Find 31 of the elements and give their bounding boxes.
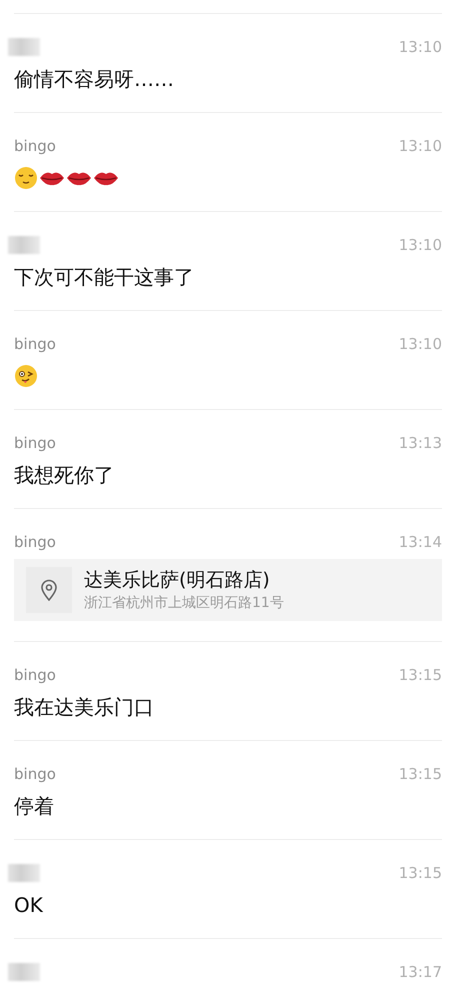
sender-name: bingo — [14, 532, 56, 553]
message-time: 13:10 — [398, 334, 442, 355]
sender-name: bingo — [14, 664, 56, 686]
message-time: 13:15 — [398, 764, 442, 785]
place-address: 浙江省杭州市上城区明石路11号 — [84, 594, 284, 613]
lips-emoji-icon — [93, 170, 119, 186]
smiling-face-emoji-icon — [14, 166, 38, 190]
message-time: 13:10 — [398, 36, 442, 58]
message-text: 下次可不能干这事了 — [14, 264, 195, 291]
lips-emoji-icon — [66, 170, 92, 186]
message-text: 我想死你了 — [14, 462, 115, 489]
message-time: 13:10 — [398, 234, 442, 256]
message-time: 13:15 — [398, 664, 442, 686]
message-time: 13:14 — [398, 532, 442, 553]
location-card[interactable]: 达美乐比萨(明石路店) 浙江省杭州市上城区明石路11号 — [14, 559, 442, 621]
sender-name: bingo — [14, 764, 56, 785]
message-time: 13:10 — [398, 136, 442, 157]
message-text: 我在达美乐门口 — [14, 694, 155, 721]
message-time: 13:15 — [398, 862, 442, 884]
message-text: 停着 — [14, 793, 55, 820]
winking-face-emoji-icon — [14, 364, 38, 388]
sender-name: bingo — [14, 432, 56, 454]
message-text: OK — [14, 892, 44, 919]
lips-emoji-icon — [39, 170, 65, 186]
location-pin-icon — [40, 579, 58, 601]
sender-name: bingo — [14, 334, 56, 355]
place-name: 达美乐比萨(明石路店) — [84, 568, 271, 593]
message-time: 13:17 — [398, 962, 442, 983]
sender-name: bingo — [14, 136, 56, 157]
message-time: 13:13 — [398, 432, 442, 454]
message-text: 偷情不容易呀…… — [14, 66, 175, 93]
